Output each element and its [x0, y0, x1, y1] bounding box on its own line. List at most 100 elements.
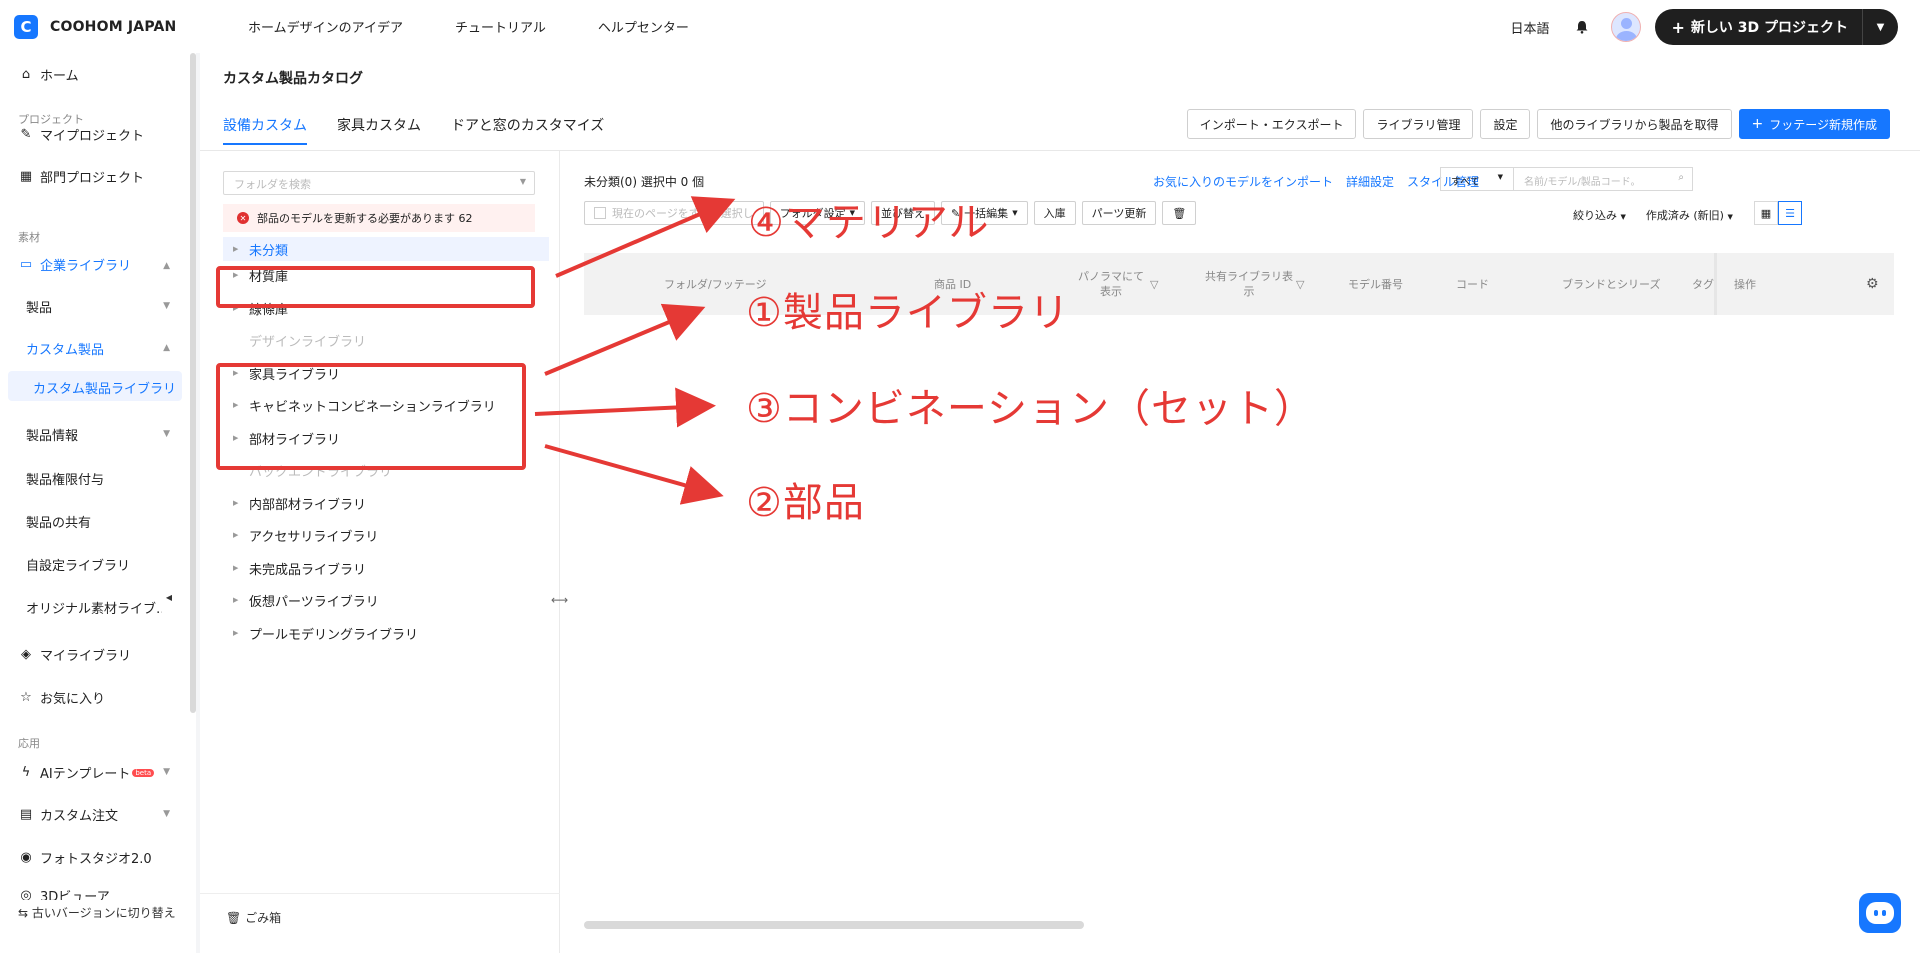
stock-in-button[interactable]: 入庫 — [1033, 201, 1076, 225]
chevron-up-icon[interactable]: ▲ — [163, 343, 170, 353]
nav-help[interactable]: ヘルプセンター — [598, 17, 689, 36]
sidebar-item-product-sharing[interactable]: 製品の共有 — [26, 512, 91, 531]
chevron-down-icon[interactable]: ▼ — [1862, 9, 1898, 45]
narrow-dropdown[interactable]: 絞り込み ▼ — [1573, 207, 1626, 223]
sidebar-scrollbar[interactable] — [190, 53, 196, 713]
caret-right-icon[interactable]: ▶ — [233, 369, 249, 377]
caret-right-icon[interactable]: ▶ — [233, 401, 249, 409]
chevron-up-icon[interactable]: ▲ — [163, 261, 170, 271]
delete-icon[interactable]: 🗑 — [1162, 201, 1197, 225]
library-manage-button[interactable]: ライブラリ管理 — [1363, 109, 1474, 139]
chat-support-button[interactable] — [1859, 893, 1901, 933]
sidebar-collapse-icon[interactable]: ◀ — [162, 581, 176, 613]
sidebar-item-3d-viewer[interactable]: ◎ 3Dビューア — [18, 890, 109, 900]
import-export-button[interactable]: インポート・エクスポート — [1186, 109, 1357, 139]
caret-right-icon[interactable]: ▶ — [233, 245, 249, 253]
tree-item-uncategorized[interactable]: ▶ 未分類 — [223, 237, 549, 261]
advanced-settings-link[interactable]: 詳細設定 — [1346, 173, 1394, 190]
chevron-down-icon[interactable]: ▼ — [163, 301, 170, 311]
sidebar-item-my-library[interactable]: ◈ マイライブラリ — [18, 645, 131, 664]
sidebar-item-product-permissions[interactable]: 製品権限付与 — [26, 469, 104, 488]
tree-item-cabinet-combination-library[interactable]: ▶ キャビネットコンビネーションライブラリ — [223, 393, 549, 417]
tree-divider — [200, 893, 560, 894]
language-selector[interactable]: 日本語 — [1510, 18, 1549, 37]
tree-item-line-library[interactable]: ▶ 線條庫 — [223, 296, 549, 320]
product-search-placeholder: 名前/モデル/製品コード。 — [1524, 177, 1641, 188]
swap-icon: ⇆ — [18, 906, 29, 920]
sidebar-item-original-material-library[interactable]: オリジナル素材ライブ… — [26, 598, 169, 617]
tree-item-label: 未完成品ライブラリ — [249, 562, 367, 578]
sidebar-item-enterprise-library[interactable]: ▭ 企業ライブラリ — [18, 255, 131, 274]
import-favorites-link[interactable]: お気に入りのモデルをインポート — [1153, 173, 1333, 190]
caret-right-icon[interactable]: ▶ — [233, 596, 249, 604]
folder-settings-button[interactable]: フォルダ設定 ▼ — [769, 201, 865, 225]
new-3d-project-button[interactable]: + 新しい 3D プロジェクト ▼ — [1655, 9, 1898, 45]
column-operation: 操作 — [1734, 277, 1756, 291]
grid-view-icon[interactable]: ▦ — [1754, 201, 1778, 225]
chevron-down-icon[interactable]: ▼ — [163, 767, 170, 777]
user-avatar[interactable] — [1611, 12, 1642, 42]
product-search-input[interactable]: 名前/モデル/製品コード。 ⌕ — [1513, 167, 1693, 191]
caret-right-icon[interactable]: ▶ — [233, 304, 249, 312]
switch-old-version-link[interactable]: ⇆ 古いバージョンに切り替え — [18, 904, 176, 921]
filter-icon[interactable]: ▽ — [1150, 253, 1164, 315]
caret-right-icon[interactable]: ▶ — [233, 434, 249, 442]
sidebar-item-my-projects[interactable]: ✎ マイプロジェクト — [18, 125, 144, 144]
sidebar-item-products[interactable]: 製品 — [26, 297, 52, 316]
folder-search-input[interactable]: フォルダを検索 ▼ — [223, 171, 535, 195]
sidebar-item-dept-projects[interactable]: ▦ 部門プロジェクト — [18, 167, 144, 186]
nav-tutorial[interactable]: チュートリアル — [455, 17, 546, 36]
trash-link[interactable]: 🗑 ごみ箱 — [226, 909, 281, 926]
reorder-button[interactable]: 並び替え — [870, 201, 935, 225]
sidebar-item-photo-studio[interactable]: ◉ フォトスタジオ2.0 — [18, 848, 151, 867]
brand-logo[interactable]: C COOHOM JAPAN — [14, 14, 234, 39]
settings-button[interactable]: 設定 — [1480, 109, 1531, 139]
gear-icon[interactable]: ⚙ — [1866, 253, 1882, 315]
caret-right-icon[interactable]: ▶ — [233, 564, 249, 572]
filter-select[interactable]: すべて ▼ — [1440, 167, 1514, 191]
sidebar-item-product-info[interactable]: 製品情報 — [26, 425, 78, 444]
chevron-down-icon[interactable]: ▼ — [163, 429, 170, 439]
aperture-icon: ◉ — [20, 850, 32, 865]
tree-item-accessory-library[interactable]: ▶ アクセサリライブラリ — [223, 523, 549, 547]
tree-item-internal-parts-library[interactable]: ▶ 内部部材ライブラリ — [223, 491, 549, 515]
bulk-edit-button[interactable]: ✎ 一括編集 ▼ — [940, 201, 1028, 225]
sort-dropdown[interactable]: 作成済み (新旧) ▼ — [1646, 207, 1733, 223]
caret-right-icon[interactable]: ▶ — [233, 629, 249, 637]
new-footage-button[interactable]: + フッテージ新規作成 — [1738, 109, 1890, 139]
tree-item-material-library[interactable]: ▶ 材質庫 — [223, 263, 549, 287]
chevron-down-icon: ▼ — [1012, 209, 1018, 217]
trash-label: ごみ箱 — [245, 911, 282, 925]
tree-item-backend-library[interactable]: バックエンドライブラリ — [223, 458, 549, 482]
update-warning-banner[interactable]: ✕ 部品のモデルを更新する必要があります 62 — [223, 204, 535, 232]
sidebar-item-custom-library[interactable]: 自設定ライブラリ — [26, 555, 130, 574]
caret-right-icon[interactable]: ▶ — [233, 271, 249, 279]
select-page-checkbox[interactable]: 現在のページをすべて選択し — [584, 201, 764, 225]
tree-item-design-library[interactable]: デザインライブラリ — [223, 328, 549, 352]
tab-furniture-custom[interactable]: 家具カスタム — [337, 115, 421, 145]
update-parts-button[interactable]: パーツ更新 — [1081, 201, 1157, 225]
tab-equipment-custom[interactable]: 設備カスタム — [223, 115, 307, 145]
sidebar-item-home[interactable]: ⌂ ホーム — [18, 65, 79, 84]
notification-bell-icon[interactable] — [1567, 12, 1598, 42]
tree-item-parts-library[interactable]: ▶ 部材ライブラリ — [223, 426, 549, 450]
tab-door-window-custom[interactable]: ドアと窓のカスタマイズ — [451, 115, 604, 145]
tree-item-virtual-parts-library[interactable]: ▶ 仮想パーツライブラリ — [223, 588, 549, 612]
sidebar-item-favorites[interactable]: ☆ お気に入り — [18, 688, 105, 707]
horizontal-scrollbar[interactable] — [584, 921, 1084, 929]
caret-right-icon[interactable]: ▶ — [233, 499, 249, 507]
nav-ideas[interactable]: ホームデザインのアイデア — [248, 17, 403, 36]
sidebar-item-custom-product-library[interactable]: カスタム製品ライブラリ — [33, 378, 176, 397]
logo-mark: C — [14, 14, 38, 39]
sidebar-item-custom-products[interactable]: カスタム製品 — [26, 339, 104, 358]
list-view-icon[interactable]: ☰ — [1778, 201, 1802, 225]
fetch-from-other-library-button[interactable]: 他のライブラリから製品を取得 — [1537, 109, 1732, 139]
tree-item-pool-modeling-library[interactable]: ▶ プールモデリングライブラリ — [223, 621, 549, 645]
sidebar-item-custom-order[interactable]: ▤ カスタム注文 — [18, 805, 118, 824]
chevron-down-icon[interactable]: ▼ — [163, 809, 170, 819]
caret-right-icon[interactable]: ▶ — [233, 531, 249, 539]
tree-item-unfinished-library[interactable]: ▶ 未完成品ライブラリ — [223, 556, 549, 580]
filter-icon[interactable]: ▽ — [1296, 253, 1310, 315]
tree-item-furniture-library[interactable]: ▶ 家具ライブラリ — [223, 361, 549, 385]
sidebar-item-ai-template[interactable]: ϟ AIテンプレート beta — [18, 763, 155, 782]
